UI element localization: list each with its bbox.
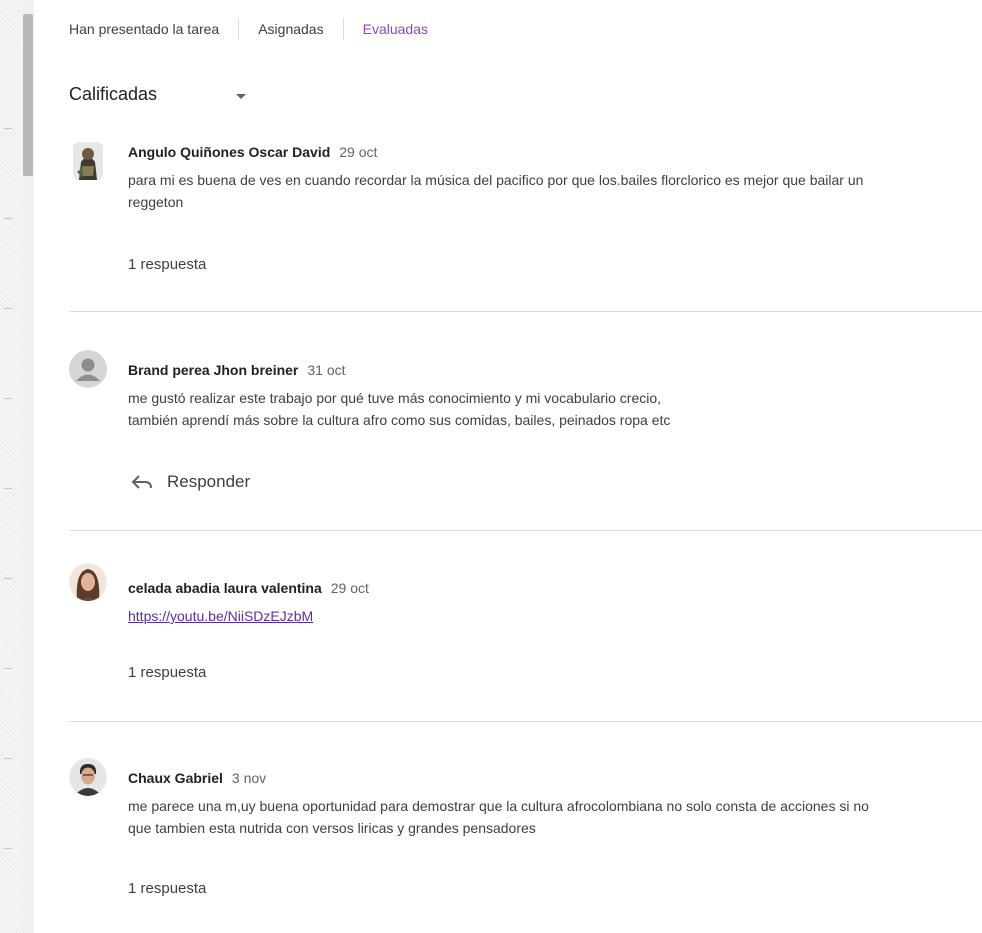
comment-text: me gustó realizar este trabajo por qué t… xyxy=(128,387,964,431)
comment-line: que tambien esta nutrida con versos liri… xyxy=(128,820,536,836)
comment-text: me parece una m,uy buena oportunidad par… xyxy=(128,795,964,839)
tab-graded[interactable]: Evaluadas xyxy=(363,21,428,37)
comment-author: Chaux Gabriel xyxy=(128,770,223,786)
comment-date: 29 oct xyxy=(339,144,378,160)
reply-label: Responder xyxy=(167,472,251,491)
comment-date: 3 nov xyxy=(231,770,267,786)
replies-count-link[interactable]: 1 respuesta xyxy=(128,256,206,273)
replies-count-link[interactable]: 1 respuesta xyxy=(128,880,206,897)
comment-author: Angulo Quiñones Oscar David xyxy=(128,144,331,160)
comment-date: 29 oct xyxy=(330,580,369,596)
attachment-link[interactable]: https://youtu.be/NiiSDzEJzbM xyxy=(128,608,313,624)
comment-author: Brand perea Jhon breiner xyxy=(128,362,299,378)
comment-date: 31 oct xyxy=(307,362,346,378)
comment-divider xyxy=(69,721,982,722)
comment-item: Angulo Quiñones Oscar David 29 oct para … xyxy=(69,142,982,292)
comment-line: reggeton xyxy=(128,194,184,210)
replies-count-link[interactable]: 1 respuesta xyxy=(128,664,206,681)
comment-item: Brand perea Jhon breiner 31 oct me gustó… xyxy=(69,350,982,510)
tab-divider xyxy=(238,18,240,40)
comment-divider xyxy=(69,530,982,531)
comment-item: Chaux Gabriel 3 nov me parece una m,uy b… xyxy=(69,758,982,918)
filter-label: Calificadas xyxy=(69,84,158,104)
avatar xyxy=(73,142,103,180)
comment-line: me parece una m,uy buena oportunidad par… xyxy=(128,798,869,814)
avatar xyxy=(69,563,107,601)
grade-filter-dropdown[interactable]: Calificadas xyxy=(69,84,247,105)
comment-text: https://youtu.be/NiiSDzEJzbM xyxy=(128,605,964,627)
comment-author: celada abadia laura valentina xyxy=(128,580,322,596)
comment-item: celada abadia laura valentina 29 oct htt… xyxy=(69,563,982,708)
comment-line: me gustó realizar este trabajo por qué t… xyxy=(128,390,662,406)
tab-assigned[interactable]: Asignadas xyxy=(258,21,323,37)
avatar xyxy=(69,350,107,388)
tab-divider xyxy=(342,18,344,40)
comment-line: para mi es buena de ves en cuando record… xyxy=(128,172,864,188)
comment-line: también aprendí más sobre la cultura afr… xyxy=(128,412,671,428)
reply-button[interactable]: Responder xyxy=(131,472,250,492)
avatar xyxy=(69,758,107,796)
scrollbar-thumb[interactable] xyxy=(23,14,33,176)
caret-down-icon xyxy=(236,93,247,99)
comment-text: para mi es buena de ves en cuando record… xyxy=(128,169,964,213)
status-tabs: Han presentado la tarea Asignadas Evalua… xyxy=(69,18,428,40)
reply-arrow-icon xyxy=(131,475,152,489)
comment-divider xyxy=(69,311,982,312)
tab-submitted[interactable]: Han presentado la tarea xyxy=(69,21,219,37)
